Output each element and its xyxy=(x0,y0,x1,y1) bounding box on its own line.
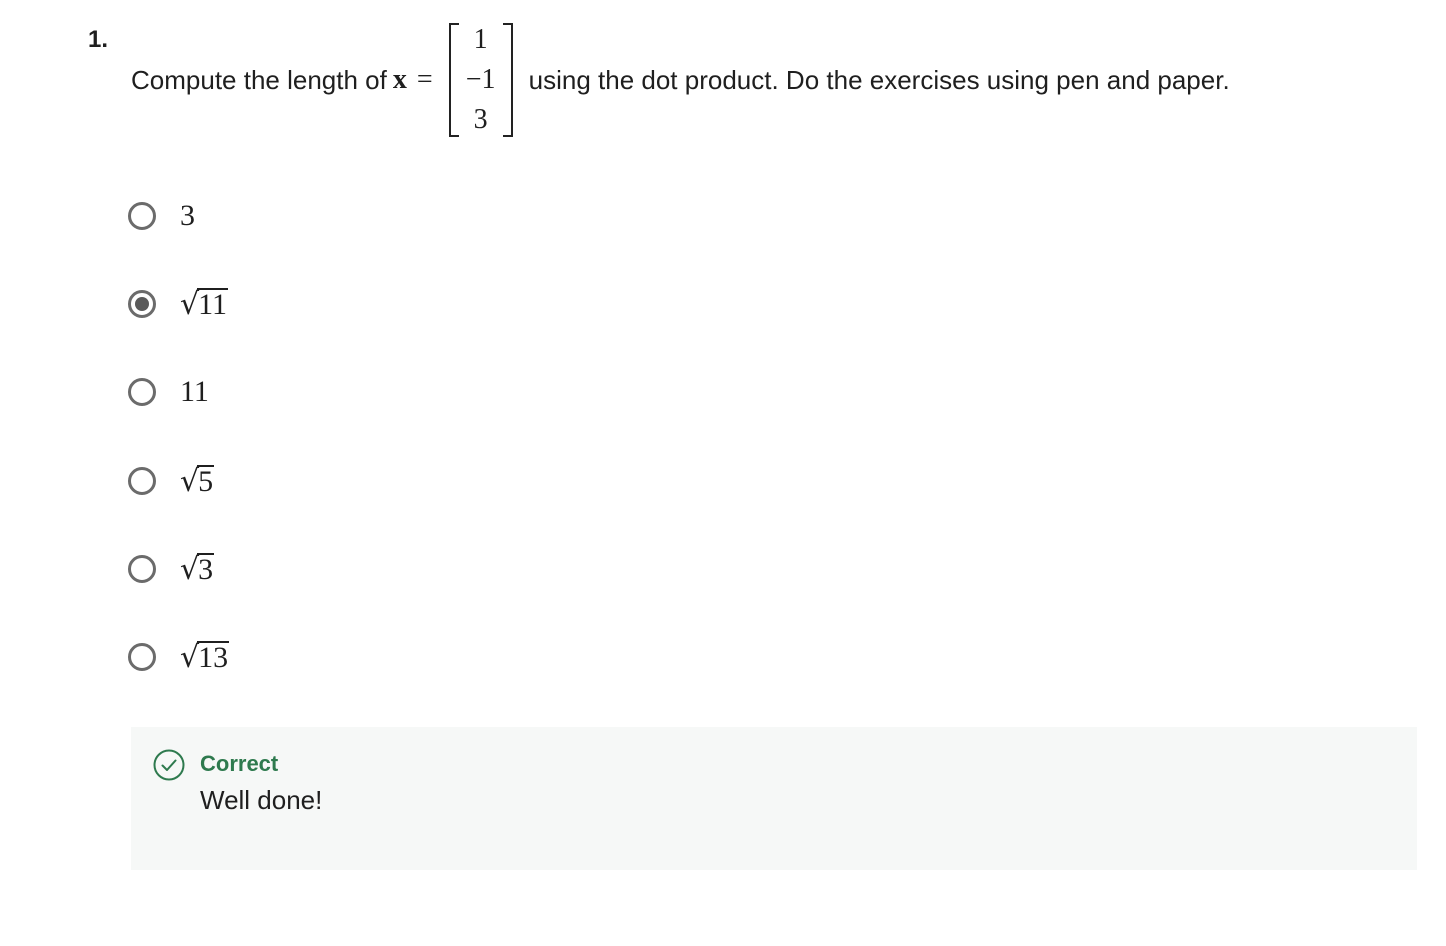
radio-button[interactable] xyxy=(128,467,156,495)
vector-variable: x xyxy=(392,64,407,95)
feedback-status: Correct xyxy=(200,751,279,776)
radio-button[interactable] xyxy=(128,555,156,583)
vector-entry: 3 xyxy=(473,104,488,135)
feedback-message: Well done! xyxy=(200,785,323,815)
vector-entry: −1 xyxy=(465,64,496,95)
option-label: 11 xyxy=(180,375,209,409)
answer-option[interactable]: √ 5 xyxy=(128,453,528,509)
answer-option[interactable]: 11 xyxy=(128,364,528,420)
option-label: √ 13 xyxy=(180,641,230,674)
answer-option[interactable]: √ 13 xyxy=(128,629,528,685)
option-label: √ 11 xyxy=(180,288,229,321)
radio-button[interactable] xyxy=(128,290,156,318)
answer-option[interactable]: 3 xyxy=(128,188,528,244)
answer-option[interactable]: √ 3 xyxy=(128,541,528,597)
feedback-panel: Correct Well done! xyxy=(131,727,1417,870)
option-label: 3 xyxy=(180,199,195,233)
option-value: 11 xyxy=(180,375,209,408)
question-number: 1. xyxy=(88,26,109,53)
radio-button[interactable] xyxy=(128,202,156,230)
option-value: 3 xyxy=(197,553,215,586)
option-label: √ 5 xyxy=(180,465,215,498)
option-value: 11 xyxy=(197,288,229,321)
option-value: 13 xyxy=(197,641,230,674)
radio-button[interactable] xyxy=(128,378,156,406)
column-vector: 1 −1 3 xyxy=(448,21,513,139)
radio-button[interactable] xyxy=(128,643,156,671)
option-value: 5 xyxy=(197,465,215,498)
answer-option[interactable]: √ 11 xyxy=(128,276,528,332)
prompt-suffix: using the dot product. Do the exercises … xyxy=(528,64,1230,95)
question-prompt: Compute the length of x = 1 −1 3 using t… xyxy=(131,18,1230,142)
option-value: 3 xyxy=(180,199,195,232)
option-label: √ 3 xyxy=(180,553,215,586)
prompt-prefix: Compute the length of xyxy=(131,64,387,95)
vector-entry: 1 xyxy=(473,24,488,55)
check-circle-icon xyxy=(153,749,185,781)
equals-sign: = xyxy=(416,64,433,95)
